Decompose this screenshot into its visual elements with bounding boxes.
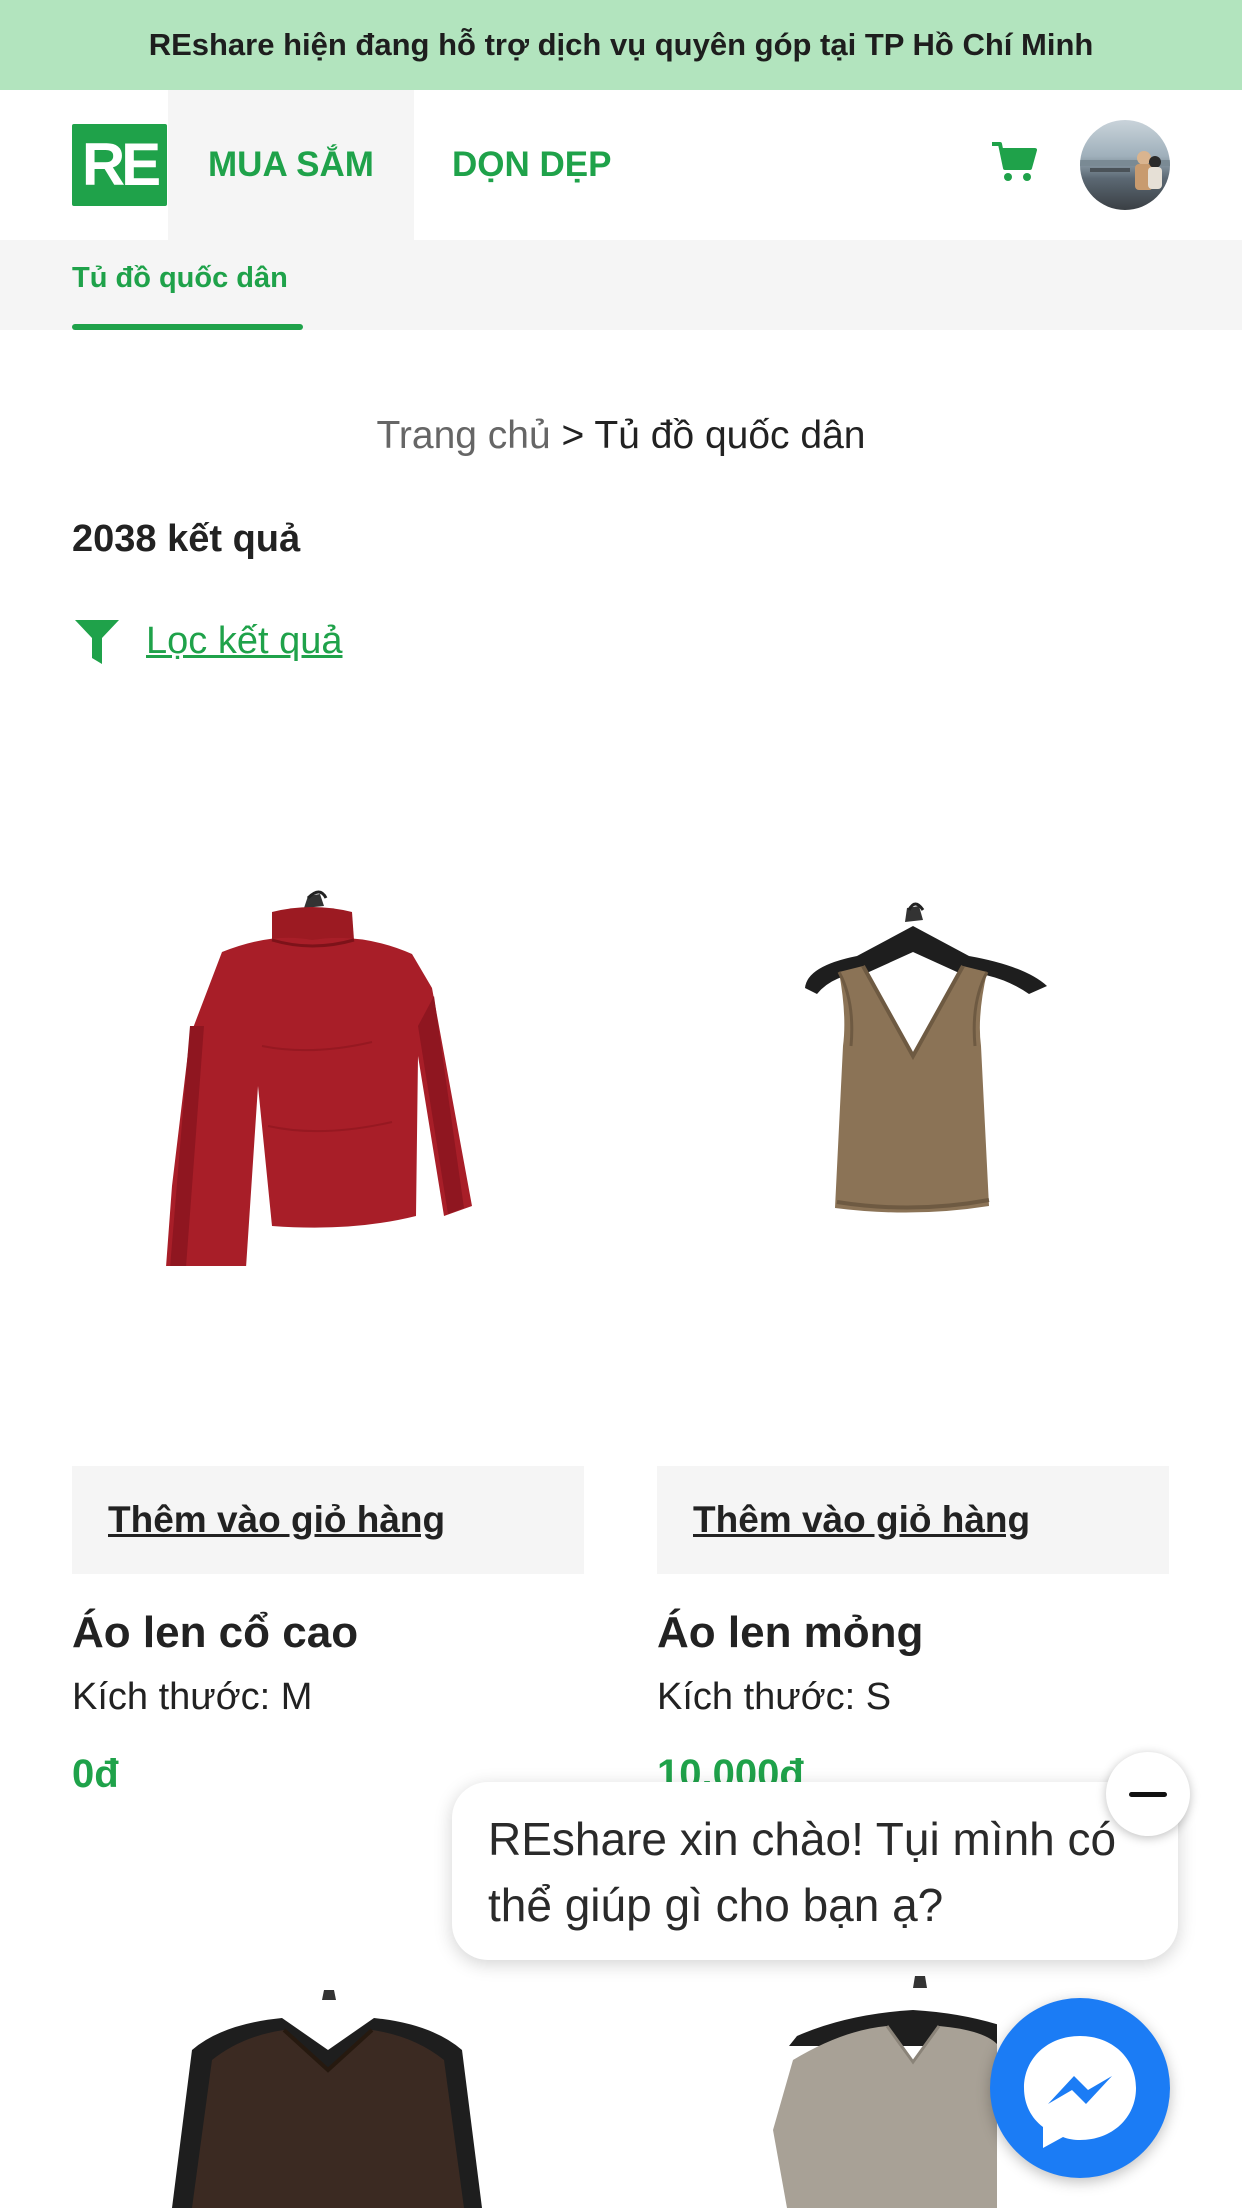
subnav-item-national-wardrobe[interactable]: Tủ đồ quốc dân (72, 262, 288, 295)
product-image-grey-top[interactable] (657, 1970, 997, 2208)
nav-tab-shop-label: MUA SẮM (208, 145, 374, 184)
cart-icon[interactable] (990, 140, 1038, 184)
funnel-icon (75, 620, 119, 664)
product-name[interactable]: Áo len cổ cao (72, 1608, 358, 1658)
breadcrumb-home-link[interactable]: Trang chủ (377, 414, 551, 457)
active-tab-indicator (72, 324, 303, 330)
filter-results-link[interactable]: Lọc kết quả (72, 614, 342, 668)
product-image-red-turtleneck[interactable] (72, 726, 584, 1266)
messenger-icon[interactable] (990, 1998, 1170, 2178)
avatar[interactable] (1080, 120, 1170, 210)
nav-tab-clean[interactable]: DỌN DẸP (452, 90, 611, 240)
breadcrumb-current: Tủ đồ quốc dân (594, 414, 866, 457)
filter-results-label: Lọc kết quả (146, 619, 343, 662)
nav-tab-shop[interactable]: MUA SẮM (168, 90, 414, 240)
product-card[interactable]: Thêm vào giỏ hàng Áo len cổ cao Kích thư… (72, 726, 584, 1826)
announcement-banner: REshare hiện đang hỗ trợ dịch vụ quyên g… (0, 0, 1242, 90)
minimize-icon[interactable] (1106, 1752, 1190, 1836)
chat-greeting-bubble[interactable]: REshare xin chào! Tụi mình có thể giúp g… (452, 1782, 1178, 1960)
product-size: Kích thước: S (657, 1676, 892, 1718)
product-image-brown-tank-top[interactable] (657, 726, 1169, 1266)
chat-greeting-text: REshare xin chào! Tụi mình có thể giúp g… (488, 1813, 1117, 1931)
product-size: Kích thước: M (72, 1676, 313, 1718)
breadcrumb: Trang chủ > Tủ đồ quốc dân (0, 414, 1242, 458)
add-to-cart-button[interactable]: Thêm vào giỏ hàng (72, 1466, 584, 1574)
add-to-cart-button[interactable]: Thêm vào giỏ hàng (657, 1466, 1169, 1574)
category-subnav: Tủ đồ quốc dân (0, 240, 1242, 330)
product-price: 0đ (72, 1752, 119, 1796)
nav-tab-clean-label: DỌN DẸP (452, 145, 612, 184)
announcement-text: REshare hiện đang hỗ trợ dịch vụ quyên g… (148, 27, 1094, 62)
avatar-photo (1080, 151, 1170, 190)
product-name[interactable]: Áo len mỏng (657, 1608, 923, 1658)
logo[interactable]: RE (72, 124, 167, 206)
product-image-dark-brown-sweater[interactable] (72, 1970, 584, 2208)
result-count: 2038 kết quả (72, 518, 301, 560)
messenger-logo (1024, 2036, 1136, 2148)
breadcrumb-separator: > (550, 414, 595, 457)
logo-text: RE (81, 131, 161, 198)
product-card[interactable]: Thêm vào giỏ hàng Áo len mỏng Kích thước… (657, 726, 1169, 1826)
site-header: RE MUA SẮM DỌN DẸP (0, 90, 1242, 240)
